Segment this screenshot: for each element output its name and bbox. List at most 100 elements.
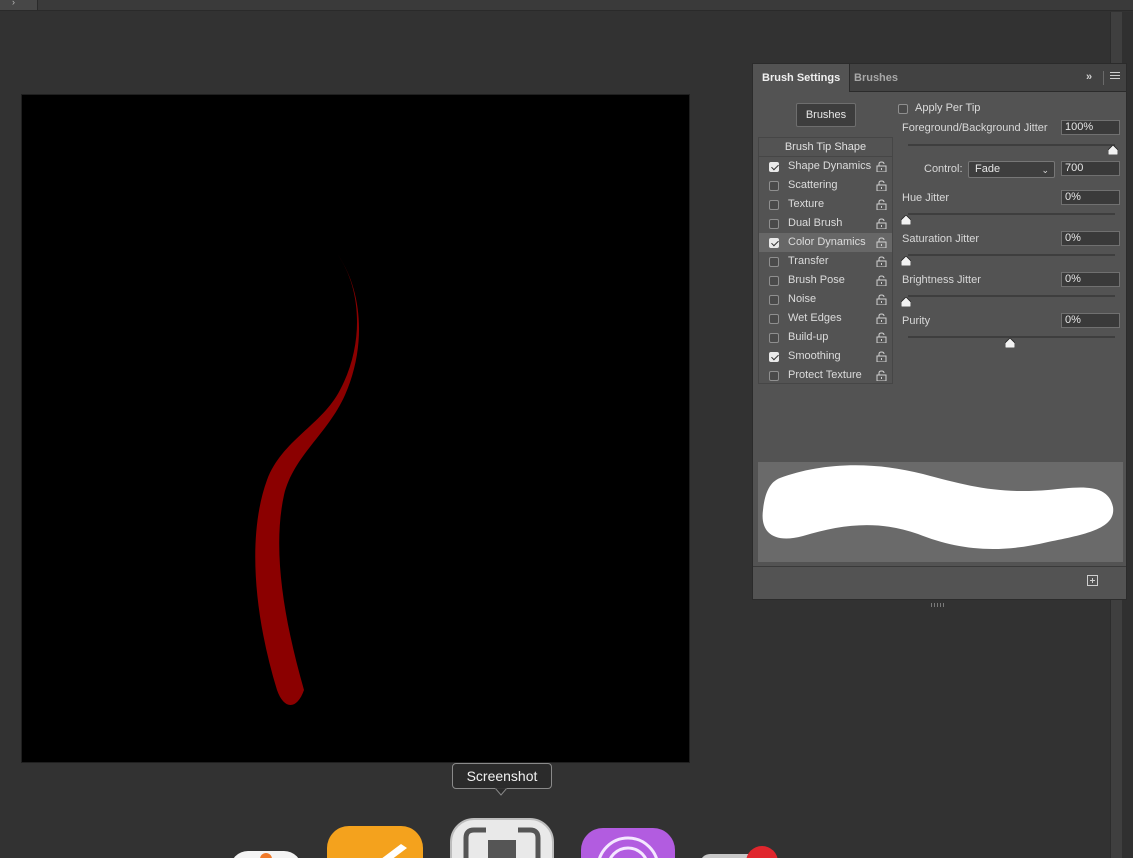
wet-edges-label: Wet Edges — [788, 312, 842, 324]
dock-app-icon-4[interactable] — [581, 828, 675, 858]
preview-white-stroke — [762, 465, 1114, 549]
lock-icon[interactable] — [876, 351, 887, 362]
list-item-noise[interactable]: Noise — [759, 290, 892, 309]
lock-icon[interactable] — [876, 199, 887, 210]
brightness-jitter-slider[interactable] — [908, 295, 1115, 297]
lock-icon[interactable] — [876, 275, 887, 286]
texture-checkbox[interactable] — [769, 200, 779, 210]
preview-stroke-drawing — [762, 465, 1114, 549]
lock-icon[interactable] — [876, 370, 887, 381]
panel-footer — [753, 566, 1126, 596]
hue-jitter-slider[interactable] — [908, 213, 1115, 215]
shape-dynamics-checkbox[interactable] — [769, 162, 779, 172]
chevron-icon: › — [12, 0, 15, 7]
build-up-label: Build-up — [788, 331, 829, 343]
brush-stroke-drawing — [255, 255, 360, 705]
control-fade-steps-field[interactable]: 700 — [1061, 161, 1120, 176]
lock-icon[interactable] — [876, 256, 887, 267]
list-item-dual-brush[interactable]: Dual Brush — [759, 214, 892, 233]
scattering-checkbox[interactable] — [769, 181, 779, 191]
dock-tooltip: Screenshot — [452, 763, 552, 789]
fg-bg-jitter-thumb[interactable] — [1108, 145, 1118, 155]
brush-settings-panel: Brush Settings Brushes » Brushes Brush T… — [752, 63, 1127, 607]
color-dynamics-label: Color Dynamics — [788, 236, 866, 248]
hue-jitter-thumb[interactable] — [901, 215, 911, 225]
list-item-transfer[interactable]: Transfer — [759, 252, 892, 271]
hue-jitter-label: Hue Jitter — [902, 192, 950, 204]
texture-label: Texture — [788, 198, 825, 210]
transfer-checkbox[interactable] — [769, 257, 779, 267]
dock-screenshot-app-icon[interactable] — [450, 818, 554, 858]
list-item-color-dynamics[interactable]: Color Dynamics — [759, 233, 892, 252]
brightness-jitter-field[interactable]: 0% — [1061, 272, 1120, 287]
chevron-down-icon: ⌄ — [1041, 165, 1049, 175]
brush-options-list: Brush Tip Shape Shape Dynamics Scattering… — [758, 137, 893, 384]
list-item-protect-texture[interactable]: Protect Texture — [759, 366, 892, 385]
brushes-button[interactable]: Brushes — [796, 103, 856, 127]
lock-icon[interactable] — [876, 313, 887, 324]
list-item-brush-tip-shape[interactable]: Brush Tip Shape — [759, 138, 892, 157]
build-up-checkbox[interactable] — [769, 333, 779, 343]
noise-checkbox[interactable] — [769, 295, 779, 305]
saturation-jitter-field[interactable]: 0% — [1061, 231, 1120, 246]
panel-tab-bar: Brush Settings Brushes » — [753, 64, 1126, 92]
list-item-scattering[interactable]: Scattering — [759, 176, 892, 195]
protect-texture-label: Protect Texture — [788, 369, 862, 381]
list-item-texture[interactable]: Texture — [759, 195, 892, 214]
smoothing-checkbox[interactable] — [769, 352, 779, 362]
transfer-label: Transfer — [788, 255, 829, 267]
document-tab-stub[interactable]: › — [0, 0, 38, 10]
dock-app-icon-2[interactable] — [327, 826, 423, 858]
color-dynamics-checkbox[interactable] — [769, 238, 779, 248]
list-item-build-up[interactable]: Build-up — [759, 328, 892, 347]
brush-pose-checkbox[interactable] — [769, 276, 779, 286]
panel-menu-icon[interactable] — [1110, 72, 1120, 81]
apply-per-tip-checkbox[interactable] — [898, 104, 908, 114]
red-brush-stroke — [255, 255, 360, 705]
purity-thumb[interactable] — [1004, 338, 1015, 348]
list-item-shape-dynamics[interactable]: Shape Dynamics — [759, 157, 892, 176]
create-new-brush-icon[interactable] — [1087, 575, 1098, 586]
lock-icon[interactable] — [876, 332, 887, 343]
saturation-jitter-thumb[interactable] — [901, 256, 911, 266]
noise-label: Noise — [788, 293, 817, 305]
purity-label: Purity — [902, 315, 931, 327]
list-item-smoothing[interactable]: Smoothing — [759, 347, 892, 366]
notification-badge — [746, 846, 778, 858]
list-item-wet-edges[interactable]: Wet Edges — [759, 309, 892, 328]
brush-stroke-preview — [758, 462, 1123, 562]
hue-jitter-field[interactable]: 0% — [1061, 190, 1120, 205]
lock-icon[interactable] — [876, 161, 887, 172]
tooltip-arrow — [495, 788, 507, 796]
purity-field[interactable]: 0% — [1061, 313, 1120, 328]
resize-grip-icon[interactable] — [931, 594, 949, 607]
control-label: Control: — [924, 163, 963, 175]
brush-pose-label: Brush Pose — [788, 274, 845, 286]
brightness-jitter-thumb[interactable] — [901, 297, 911, 307]
control-selected-value: Fade — [975, 163, 1001, 175]
control-dropdown[interactable]: Fade ⌄ — [968, 161, 1055, 178]
tab-brush-settings[interactable]: Brush Settings — [753, 64, 851, 92]
tab-separator — [1103, 71, 1104, 85]
saturation-jitter-label: Saturation Jitter — [902, 233, 980, 245]
collapse-panel-icon[interactable]: » — [1086, 71, 1098, 83]
list-item-brush-pose[interactable]: Brush Pose — [759, 271, 892, 290]
fg-bg-jitter-field[interactable]: 100% — [1061, 120, 1120, 135]
lock-icon[interactable] — [876, 294, 887, 305]
tab-brushes[interactable]: Brushes — [845, 64, 907, 92]
protect-texture-checkbox[interactable] — [769, 371, 779, 381]
fg-bg-jitter-label: Foreground/Background Jitter — [902, 122, 1048, 134]
lock-icon[interactable] — [876, 218, 887, 229]
smoothing-label: Smoothing — [788, 350, 841, 362]
dock-app-icon-1[interactable] — [230, 851, 302, 858]
wet-edges-checkbox[interactable] — [769, 314, 779, 324]
lock-icon[interactable] — [876, 180, 887, 191]
brightness-jitter-label: Brightness Jitter — [902, 274, 981, 286]
document-canvas[interactable] — [22, 95, 689, 762]
dual-brush-label: Dual Brush — [788, 217, 843, 229]
lock-icon[interactable] — [876, 237, 887, 248]
fg-bg-jitter-slider[interactable] — [908, 144, 1115, 146]
shape-dynamics-label: Shape Dynamics — [788, 160, 872, 172]
saturation-jitter-slider[interactable] — [908, 254, 1115, 256]
dual-brush-checkbox[interactable] — [769, 219, 779, 229]
